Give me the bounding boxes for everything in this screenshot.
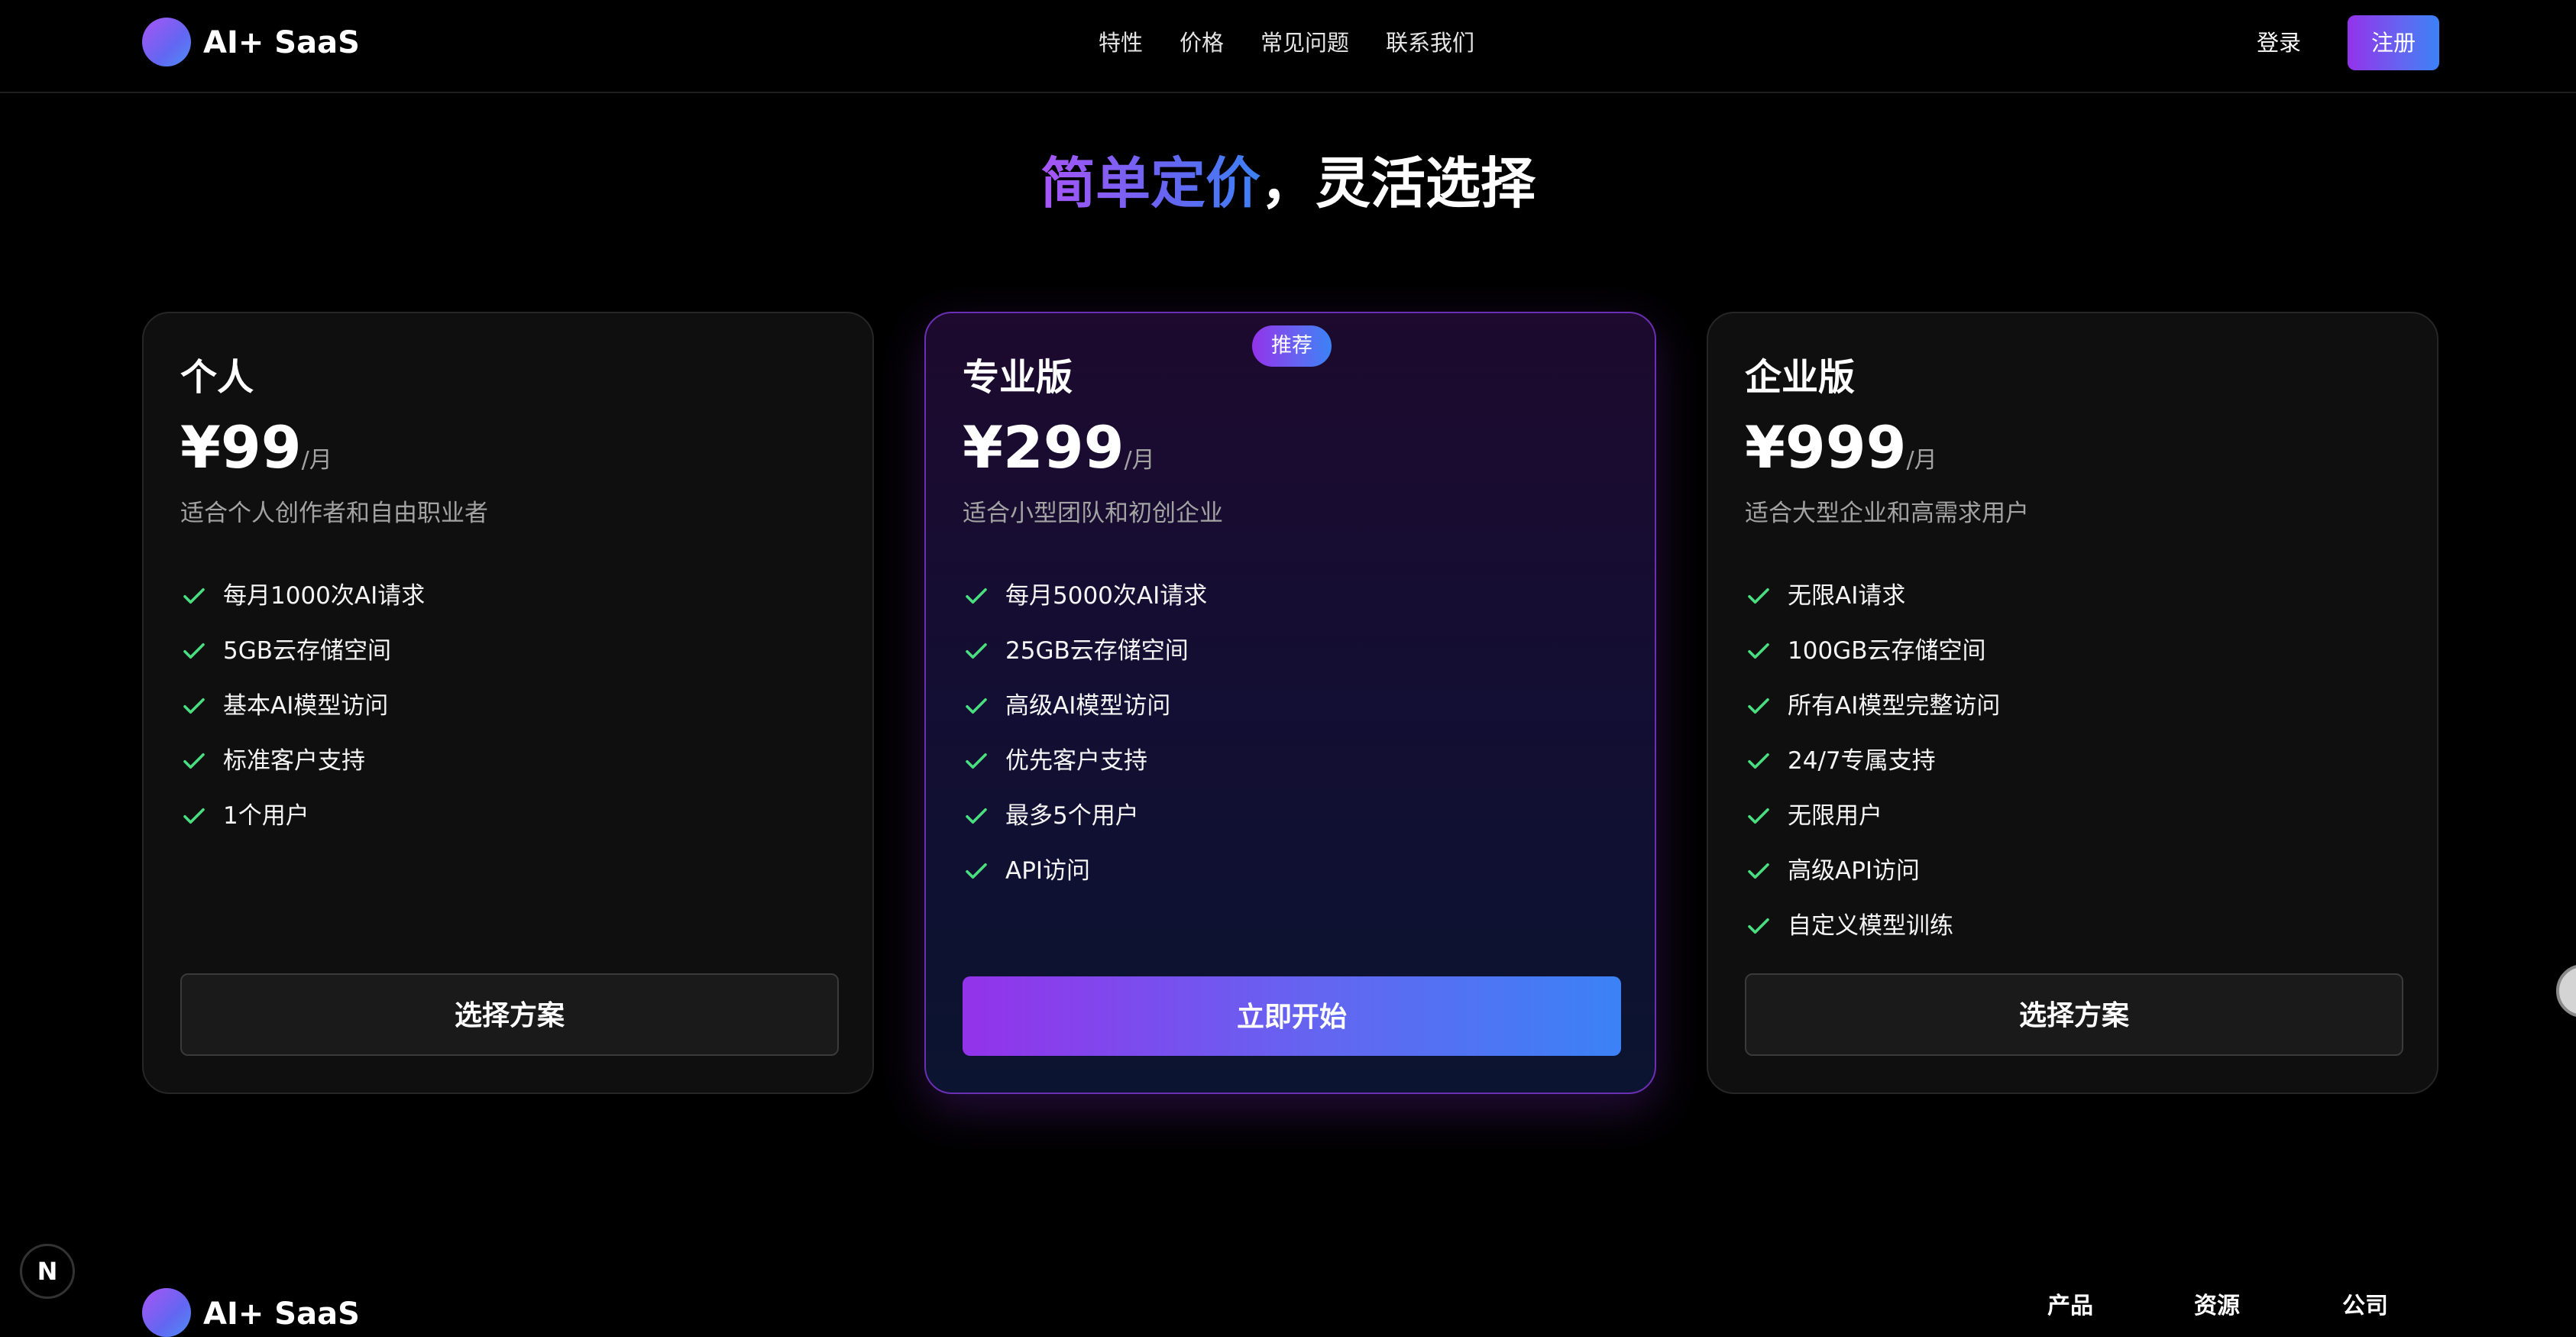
feature-text: 所有AI模型完整访问 (1788, 692, 2001, 720)
feature-item: 无限AI请求 (1745, 568, 2000, 623)
plan-price: ¥99 (180, 413, 302, 481)
check-icon (183, 698, 205, 714)
footer-heading-company: 公司 (2342, 1293, 2388, 1319)
feature-text: 24/7专属支持 (1788, 747, 1936, 775)
logo-text[interactable]: AI+ SaaS (203, 21, 360, 64)
feature-list: 每月1000次AI请求 5GB云存储空间 基本AI模型访问 标准客户支持 1个用… (180, 568, 425, 843)
nav-link-faq[interactable]: 常见问题 (1260, 26, 1349, 60)
feature-item: 每月5000次AI请求 (963, 568, 1207, 623)
page-title: 简单定价，灵活选择 (0, 145, 2576, 222)
feature-text: 100GB云存储空间 (1788, 637, 1986, 665)
check-icon (1748, 643, 1769, 659)
feature-text: API访问 (1005, 857, 1091, 885)
plan-description: 适合小型团队和初创企业 (963, 500, 1223, 527)
plan-period: /月 (1906, 447, 1937, 474)
check-icon (183, 753, 205, 769)
feature-text: 高级API访问 (1788, 857, 1921, 885)
feature-list: 每月5000次AI请求 25GB云存储空间 高级AI模型访问 优先客户支持 最多… (963, 568, 1207, 898)
feature-text: 高级AI模型访问 (1005, 692, 1171, 720)
feature-text: 自定义模型训练 (1788, 912, 1953, 940)
check-icon (1748, 698, 1769, 714)
check-icon (1748, 588, 1769, 604)
check-icon (966, 753, 987, 769)
plan-name: 个人 (180, 356, 254, 399)
footer-heading-product: 产品 (2047, 1293, 2093, 1319)
site-header: AI+ SaaS 特性 价格 常见问题 联系我们 登录 注册 (0, 0, 2576, 93)
feature-item: 最多5个用户 (963, 788, 1207, 843)
check-icon (966, 588, 987, 604)
feature-text: 基本AI模型访问 (223, 692, 389, 720)
feature-item: 1个用户 (180, 788, 425, 843)
nav-link-pricing[interactable]: 价格 (1180, 26, 1224, 60)
plan-description: 适合个人创作者和自由职业者 (180, 500, 488, 527)
footer-logo-icon[interactable] (142, 1288, 191, 1337)
feature-item: 5GB云存储空间 (180, 623, 425, 678)
floating-widget-icon[interactable] (2556, 964, 2576, 1018)
feature-item: 每月1000次AI请求 (180, 568, 425, 623)
feature-text: 每月5000次AI请求 (1005, 582, 1208, 610)
feature-text: 无限AI请求 (1788, 582, 1906, 610)
feature-item: 自定义模型训练 (1745, 898, 2000, 953)
feature-text: 优先客户支持 (1005, 747, 1147, 775)
nav-link-contact[interactable]: 联系我们 (1386, 26, 1474, 60)
select-plan-button[interactable]: 选择方案 (180, 973, 839, 1056)
price-row: ¥999/月 (1745, 411, 1937, 500)
plan-name: 企业版 (1745, 356, 1856, 399)
check-icon (183, 643, 205, 659)
price-row: ¥99/月 (180, 411, 332, 500)
plan-period: /月 (1124, 447, 1155, 474)
footer-heading-resources: 资源 (2194, 1293, 2240, 1319)
feature-text: 最多5个用户 (1005, 802, 1139, 830)
start-now-button[interactable]: 立即开始 (963, 976, 1621, 1056)
check-icon (966, 863, 987, 879)
pricing-card-pro: 推荐 专业版 ¥299/月 适合小型团队和初创企业 每月5000次AI请求 25… (924, 312, 1656, 1094)
check-icon (966, 643, 987, 659)
plan-name: 专业版 (963, 356, 1073, 399)
nav-link-features[interactable]: 特性 (1099, 26, 1143, 60)
plan-period: /月 (301, 447, 332, 474)
feature-text: 标准客户支持 (223, 747, 365, 775)
plan-description: 适合大型企业和高需求用户 (1745, 500, 2029, 527)
feature-text: 1个用户 (223, 802, 309, 830)
pricing-card-enterprise: 企业版 ¥999/月 适合大型企业和高需求用户 无限AI请求 100GB云存储空… (1707, 312, 2438, 1094)
signup-button[interactable]: 注册 (2348, 15, 2439, 70)
page-title-rest: ，灵活选择 (1260, 151, 1536, 215)
recommended-badge: 推荐 (1252, 325, 1332, 367)
feature-item: 优先客户支持 (963, 733, 1207, 788)
check-icon (183, 588, 205, 604)
check-icon (1748, 918, 1769, 934)
feature-item: 100GB云存储空间 (1745, 623, 2000, 678)
page-title-accent: 简单定价 (1040, 151, 1260, 215)
login-link[interactable]: 登录 (2257, 26, 2301, 60)
logo-icon[interactable] (142, 18, 191, 66)
price-row: ¥299/月 (963, 411, 1155, 500)
feature-item: 无限用户 (1745, 788, 2000, 843)
check-icon (1748, 753, 1769, 769)
check-icon (1748, 863, 1769, 879)
main-nav: 特性 价格 常见问题 联系我们 (1099, 26, 1474, 60)
pricing-card-personal: 个人 ¥99/月 适合个人创作者和自由职业者 每月1000次AI请求 5GB云存… (142, 312, 874, 1094)
feature-text: 5GB云存储空间 (223, 637, 392, 665)
feature-item: 高级API访问 (1745, 843, 2000, 898)
check-icon (966, 808, 987, 824)
plan-price: ¥299 (963, 413, 1125, 481)
feature-text: 25GB云存储空间 (1005, 637, 1189, 665)
plan-price: ¥999 (1745, 413, 1907, 481)
feature-text: 无限用户 (1788, 802, 1882, 830)
feature-text: 每月1000次AI请求 (223, 582, 426, 610)
feature-item: 基本AI模型访问 (180, 678, 425, 733)
footer-logo-text[interactable]: AI+ SaaS (203, 1293, 360, 1335)
feature-item: 24/7专属支持 (1745, 733, 2000, 788)
feature-list: 无限AI请求 100GB云存储空间 所有AI模型完整访问 24/7专属支持 无限… (1745, 568, 2000, 953)
feature-item: 25GB云存储空间 (963, 623, 1207, 678)
dev-tools-indicator-icon[interactable]: N (20, 1244, 75, 1299)
check-icon (183, 808, 205, 824)
feature-item: 所有AI模型完整访问 (1745, 678, 2000, 733)
select-plan-button[interactable]: 选择方案 (1745, 973, 2403, 1056)
check-icon (1748, 808, 1769, 824)
feature-item: 高级AI模型访问 (963, 678, 1207, 733)
check-icon (966, 698, 987, 714)
feature-item: API访问 (963, 843, 1207, 898)
feature-item: 标准客户支持 (180, 733, 425, 788)
